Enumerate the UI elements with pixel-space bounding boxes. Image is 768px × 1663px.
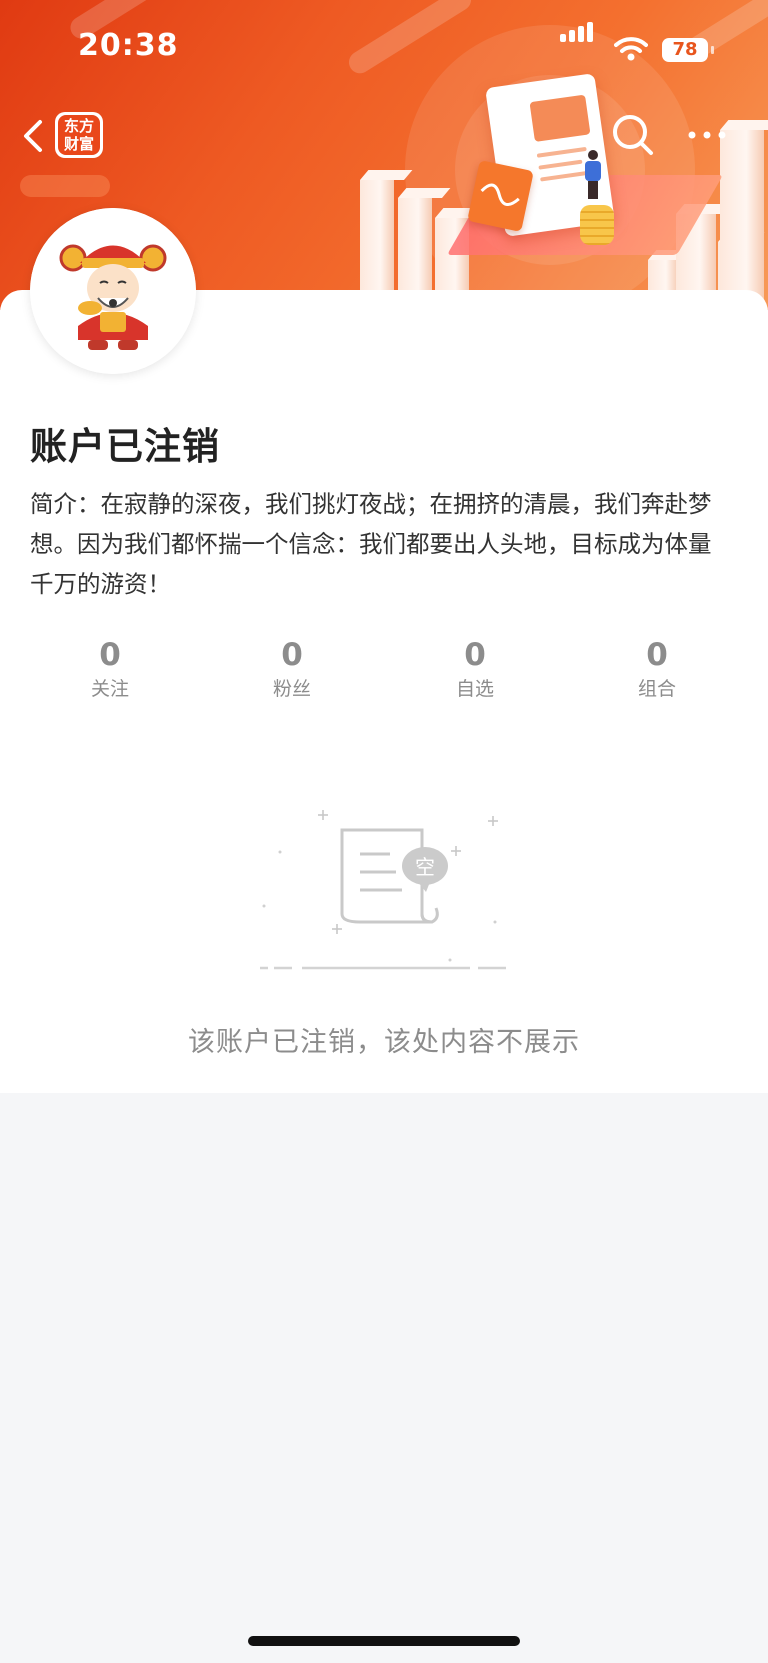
stat-following[interactable]: 0 关注 [55, 636, 165, 704]
stat-fans[interactable]: 0 粉丝 [237, 636, 347, 704]
back-icon [24, 120, 42, 152]
more-button[interactable] [684, 122, 730, 148]
logo-text-line1: 东方 [63, 117, 94, 135]
stat-label: 关注 [90, 678, 129, 700]
avatar[interactable] [30, 208, 196, 374]
back-button[interactable] [14, 114, 54, 158]
empty-document-icon: 空 [260, 810, 506, 970]
more-icon [688, 131, 726, 139]
battery-level: 78 [672, 39, 698, 60]
stat-value: 0 [464, 637, 486, 673]
stat-watchlist[interactable]: 0 自选 [420, 636, 530, 704]
logo-text-line2: 财富 [63, 135, 94, 153]
stat-value: 0 [99, 637, 121, 673]
stat-portfolio[interactable]: 0 组合 [602, 636, 712, 704]
home-indicator[interactable] [248, 1636, 520, 1646]
wifi-icon [614, 37, 648, 61]
stat-label: 自选 [455, 678, 494, 700]
app-logo[interactable]: 东方 财富 [55, 112, 103, 158]
stat-value: 0 [281, 637, 303, 673]
profile-intro: 简介：在寂静的深夜，我们挑灯夜战；在拥挤的清晨，我们奔赴梦想。因为我们都怀揣一个… [30, 490, 712, 598]
empty-state-message: 该账户已注销，该处内容不展示 [188, 1027, 580, 1058]
page-title: 账户已注销 [30, 425, 220, 468]
empty-badge-label: 空 [415, 855, 435, 879]
fortune-god-avatar-image [30, 208, 196, 374]
battery-icon: 78 [662, 38, 714, 62]
stat-label: 组合 [637, 678, 676, 700]
search-button[interactable] [610, 112, 656, 158]
search-icon [613, 115, 653, 155]
stat-value: 0 [646, 637, 668, 673]
status-time: 20:38 [78, 28, 179, 63]
stat-label: 粉丝 [272, 678, 311, 700]
